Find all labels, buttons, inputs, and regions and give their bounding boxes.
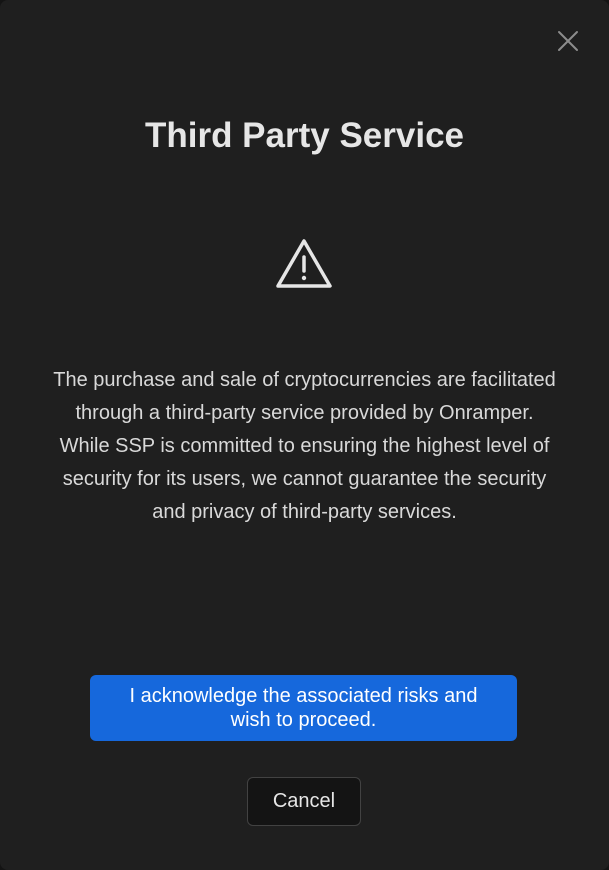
- acknowledge-label-line: wish to proceed.: [230, 709, 377, 731]
- modal-title: Third Party Service: [144, 116, 465, 155]
- message-line: The purchase and sale of cryptocurrencie…: [53, 369, 556, 391]
- cancel-button[interactable]: Cancel: [247, 777, 361, 826]
- close-icon: [558, 31, 578, 51]
- message-line: and privacy of third-party services.: [152, 501, 457, 523]
- message-line: While SSP is committed to ensuring the h…: [59, 435, 550, 457]
- message-line: security for its users, we cannot guaran…: [62, 468, 547, 490]
- acknowledge-label-line: I acknowledge the associated risks and: [129, 685, 478, 707]
- disclaimer-message: The purchase and sale of cryptocurrencie…: [30, 364, 579, 529]
- acknowledge-risks-button[interactable]: I acknowledge the associated risks and w…: [90, 675, 517, 741]
- warning-triangle-icon: [276, 239, 332, 288]
- third-party-service-modal: Third Party Service The purchase and sal…: [0, 0, 609, 870]
- message-line: through a third-party service provided b…: [75, 402, 534, 424]
- close-button[interactable]: [555, 28, 581, 54]
